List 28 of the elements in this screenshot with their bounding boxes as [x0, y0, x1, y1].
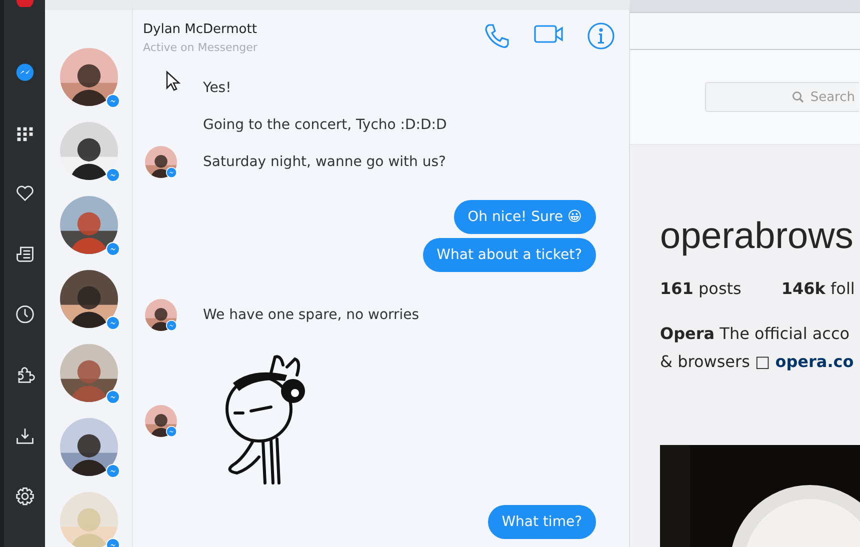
message-text: Going to the concert, Tycho :D:D:D — [203, 116, 447, 135]
messenger-badge-icon — [106, 94, 120, 108]
messenger-badge-icon — [106, 464, 120, 478]
message-bubble: What about a ticket? — [422, 238, 596, 272]
messenger-badge-icon — [106, 168, 120, 182]
info-icon[interactable] — [587, 22, 615, 50]
message-text: Yes! — [203, 79, 232, 98]
profile-stat: 161 posts — [660, 279, 742, 298]
phone-icon[interactable] — [483, 22, 511, 50]
message-text: Saturday night, wanne go with us? — [203, 153, 446, 172]
messenger-badge-icon — [106, 316, 120, 330]
profile-stat: 146k foll — [781, 279, 855, 298]
contact-status: Active on Messenger — [143, 41, 258, 54]
profile-bio: Opera The official acco & browsers □ opera.co — [660, 323, 855, 373]
profile-username: operabrows — [660, 215, 854, 257]
mouse-cursor-icon — [165, 70, 181, 92]
messenger-badge-icon — [166, 320, 177, 331]
messenger-badge-icon — [106, 390, 120, 404]
message-text: We have one spare, no worries — [203, 306, 420, 325]
messenger-badge-icon — [166, 426, 177, 437]
messenger-badge-icon — [106, 242, 120, 256]
video-camera-icon[interactable] — [533, 22, 565, 46]
search-icon — [792, 91, 804, 103]
message-bubble: What time? — [488, 505, 596, 539]
contact-name: Dylan McDermott — [143, 22, 258, 37]
message-bubble: Oh nice! Sure 😀 — [454, 200, 596, 234]
profile-link[interactable]: opera.co — [775, 352, 854, 371]
messenger-badge-icon — [166, 167, 177, 178]
